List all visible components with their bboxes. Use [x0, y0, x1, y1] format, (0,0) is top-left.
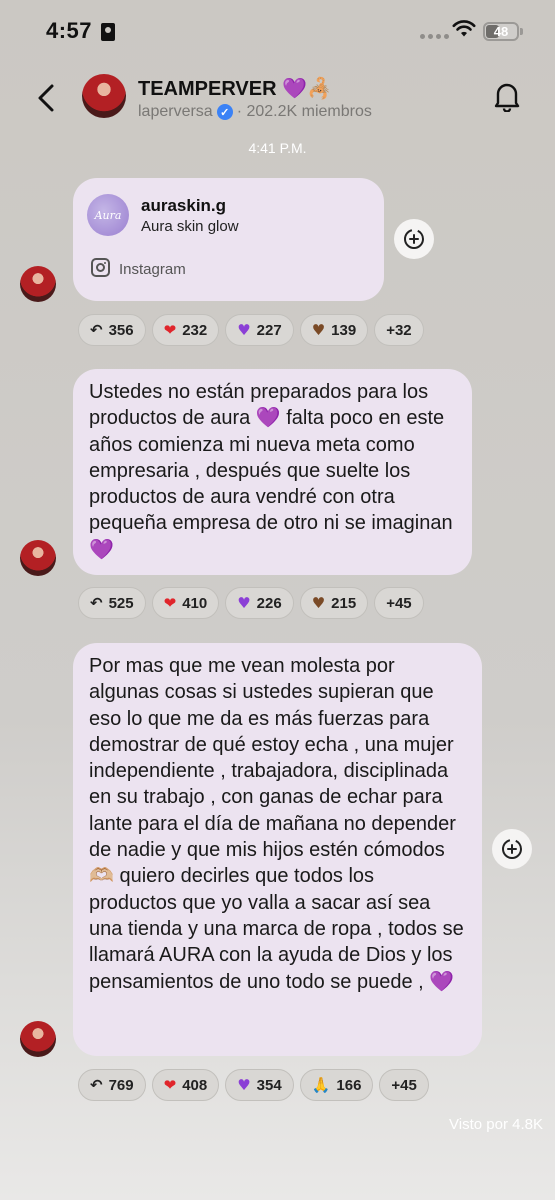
card-description: Aura skin glow	[141, 218, 239, 235]
reaction-heart[interactable]: ❤ 232	[151, 314, 220, 346]
more-reactions-button[interactable]: +32	[374, 314, 424, 346]
brown-heart-icon: ♥	[311, 321, 326, 339]
wifi-icon	[452, 20, 476, 37]
reaction-bar: ↶ 769 ❤ 408 ♥ 354 🙏 166 +45	[78, 1069, 429, 1101]
reaction-count: 410	[182, 594, 208, 612]
message-bubble[interactable]: Ustedes no están preparados para los pro…	[73, 369, 472, 575]
more-reactions-count: +45	[386, 594, 412, 612]
seen-by-count: Visto por 4.8K	[449, 1116, 543, 1133]
link-card[interactable]: Aura auraskin.g Aura skin glow Instagram	[73, 178, 384, 301]
message-text: Ustedes no están preparados para los pro…	[89, 381, 453, 561]
reaction-purple-heart[interactable]: ♥ 354	[225, 1069, 294, 1101]
aura-logo: Aura	[87, 194, 129, 236]
reply-count-button[interactable]: ↶ 525	[78, 587, 146, 619]
reaction-count: 408	[182, 1076, 208, 1094]
reaction-purple-heart[interactable]: ♥ 227	[225, 314, 294, 346]
forward-button[interactable]	[394, 219, 434, 259]
sender-avatar[interactable]	[20, 266, 56, 302]
reaction-count: 215	[331, 594, 357, 612]
message-bubble[interactable]: Por mas que me vean molesta por algunas …	[73, 643, 482, 1056]
card-source: Instagram	[119, 261, 186, 278]
red-heart-icon: ❤	[163, 1076, 177, 1094]
reaction-heart[interactable]: ❤ 410	[151, 587, 220, 619]
reaction-brown-heart[interactable]: ♥ 139	[299, 314, 369, 346]
cellular-signal-icon	[420, 34, 449, 39]
reaction-count: 139	[331, 321, 357, 339]
purple-heart-icon: ♥	[237, 1076, 251, 1094]
praying-hands-icon: 🙏	[311, 1076, 331, 1094]
reaction-purple-heart[interactable]: ♥ 226	[225, 587, 294, 619]
reply-icon: ↶	[90, 1076, 103, 1094]
forward-button[interactable]	[492, 829, 532, 869]
more-reactions-count: +45	[391, 1076, 417, 1094]
instagram-icon	[91, 258, 110, 277]
reaction-pray[interactable]: 🙏 166	[299, 1069, 374, 1101]
reaction-count: 166	[336, 1076, 362, 1094]
brown-heart-icon: ♥	[311, 594, 326, 612]
channel-avatar[interactable]	[82, 74, 126, 118]
reply-icon: ↶	[90, 594, 103, 612]
card-account-name: auraskin.g	[141, 196, 227, 215]
reaction-heart[interactable]: ❤ 408	[151, 1069, 220, 1101]
reaction-brown-heart[interactable]: ♥ 215	[299, 587, 369, 619]
share-plus-icon	[404, 229, 424, 249]
reaction-count: 232	[182, 321, 208, 339]
more-reactions-button[interactable]: +45	[379, 1069, 429, 1101]
reaction-count: 227	[256, 321, 282, 339]
red-heart-icon: ❤	[163, 321, 177, 339]
purple-heart-icon: ♥	[237, 594, 251, 612]
reply-count-button[interactable]: ↶ 769	[78, 1069, 146, 1101]
message-timestamp: 4:41 P.M.	[248, 140, 307, 156]
share-plus-icon	[502, 839, 522, 859]
more-reactions-button[interactable]: +45	[374, 587, 424, 619]
status-time: 4:57	[46, 18, 93, 43]
reply-count: 525	[108, 594, 134, 612]
reply-icon: ↶	[90, 321, 103, 339]
purple-heart-icon: ♥	[237, 321, 251, 339]
more-reactions-count: +32	[386, 321, 412, 339]
reaction-bar: ↶ 356 ❤ 232 ♥ 227 ♥ 139 +32	[78, 314, 424, 346]
reaction-bar: ↶ 525 ❤ 410 ♥ 226 ♥ 215 +45	[78, 587, 424, 619]
status-bar: 4:57 48	[0, 0, 555, 62]
reply-count: 356	[108, 321, 134, 339]
reaction-count: 354	[256, 1076, 282, 1094]
battery-tip	[520, 28, 523, 35]
channel-header: TEAMPERVER 💜🦂 laperversa ✓ · 202.2K miem…	[0, 62, 555, 134]
reply-count: 769	[108, 1076, 134, 1094]
reaction-count: 226	[256, 594, 282, 612]
back-arrow-icon[interactable]	[32, 80, 62, 116]
channel-title[interactable]: TEAMPERVER 💜🦂	[138, 76, 332, 101]
sender-avatar[interactable]	[20, 540, 56, 576]
message-text: Por mas que me vean molesta por algunas …	[89, 655, 464, 993]
battery-level: 48	[493, 24, 509, 39]
bell-icon[interactable]	[492, 80, 522, 112]
red-heart-icon: ❤	[163, 594, 177, 612]
battery-icon: 48	[483, 22, 519, 41]
sender-avatar[interactable]	[20, 1021, 56, 1057]
channel-subtitle: laperversa ✓ · 202.2K miembros	[138, 103, 372, 121]
contact-card-icon	[101, 23, 115, 41]
member-count: · 202.2K miembros	[236, 103, 372, 120]
reply-count-button[interactable]: ↶ 356	[78, 314, 146, 346]
verified-badge-icon: ✓	[216, 104, 233, 120]
channel-username: laperversa	[138, 103, 213, 120]
